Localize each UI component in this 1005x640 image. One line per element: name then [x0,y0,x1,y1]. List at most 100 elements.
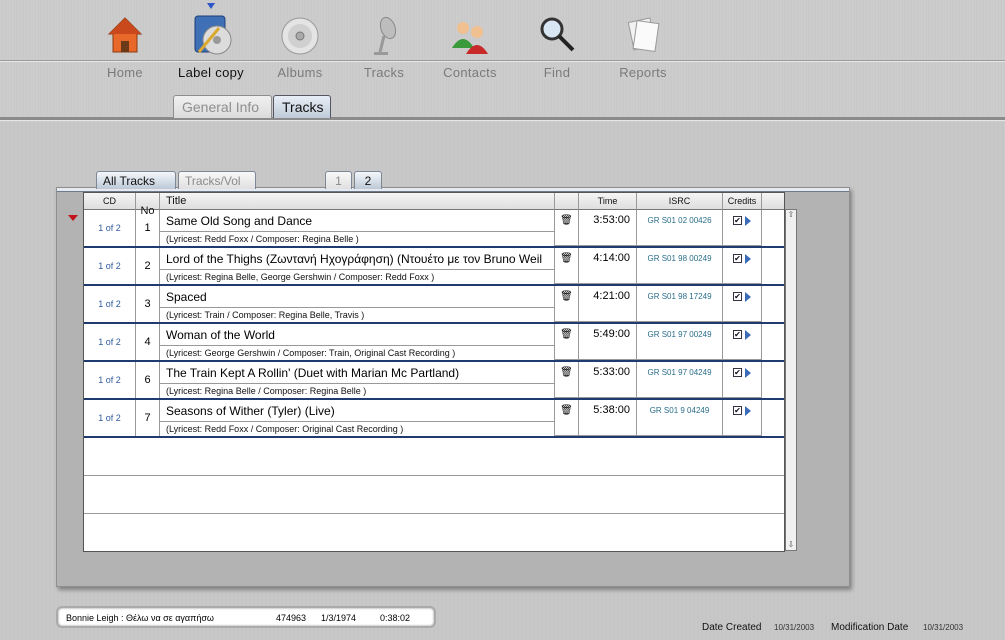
nav-home-label: Home [107,65,143,80]
empty-row[interactable] [84,514,784,552]
nav-contacts[interactable]: Contacts [425,14,515,80]
nav-tracks[interactable]: Tracks [339,14,429,80]
table-row[interactable]: 1 of 2 3 Spaced (Lyricest: Train / Compo… [84,286,784,324]
delete-icon[interactable]: 🗑 [555,400,579,436]
tab-all-tracks[interactable]: All Tracks [96,171,176,189]
track-isrc[interactable]: GR S01 97 00249 [637,324,723,360]
table-row[interactable]: 1 of 2 6 The Train Kept A Rollin' (Duet … [84,362,784,400]
status-date: 1/3/1974 [321,613,357,623]
tab-tracks[interactable]: Tracks [273,95,331,118]
col-header-no[interactable]: No [136,193,160,217]
play-arrow-icon[interactable] [745,215,751,226]
col-header-time[interactable]: Time [579,193,637,210]
current-row-marker [68,215,78,221]
table-scrollbar[interactable]: ⇧ ⇩ [785,209,797,551]
play-arrow-icon[interactable] [745,329,751,340]
play-arrow-icon[interactable] [745,405,751,416]
tab-general-info[interactable]: General Info [173,95,272,118]
track-credits: (Lyricest: Redd Foxx / Composer: Origina… [166,424,404,434]
credits-checkbox[interactable]: ✔ [733,330,742,340]
table-row[interactable]: 1 of 2 7 Seasons of Wither (Tyler) (Live… [84,400,784,438]
credits-cell: ✔ [723,210,762,246]
track-time[interactable]: 5:38:00 [579,400,637,436]
track-number: 1 [136,210,160,246]
status-code: 474963 [276,613,307,623]
date-created-value: 10/31/2003 [774,623,815,632]
modification-date-value: 10/31/2003 [923,623,964,632]
col-header-credits[interactable]: Credits [723,193,762,210]
credits-cell: ✔ [723,400,762,436]
track-isrc[interactable]: GR S01 97 04249 [637,362,723,398]
play-arrow-icon[interactable] [745,367,751,378]
nav-reports[interactable]: Reports [598,14,688,80]
table-row[interactable]: 1 of 2 2 Lord of the Thighs (Ζωντανή Ηχο… [84,248,784,286]
delete-icon[interactable]: 🗑 [555,324,579,360]
nav-find-label: Find [543,65,571,80]
contacts-icon [448,14,492,58]
track-time[interactable]: 4:21:00 [579,286,637,322]
nav-albums[interactable]: Albums [255,14,345,80]
credits-checkbox[interactable]: ✔ [733,406,742,416]
magnifier-icon [535,14,579,58]
delete-icon[interactable]: 🗑 [555,210,579,246]
table-row[interactable]: 1 of 2 4 Woman of the World (Lyricest: G… [84,324,784,362]
nav-find[interactable]: Find [512,14,602,80]
credits-checkbox[interactable]: ✔ [733,292,742,302]
cd-number[interactable]: 1 of 2 [84,362,136,398]
nav-reports-label: Reports [619,65,667,80]
delete-icon[interactable]: 🗑 [555,248,579,284]
tracks-table: CD No Title Time ISRC Credits 1 of 2 1 S… [83,192,785,552]
cd-number[interactable]: 1 of 2 [84,210,136,246]
track-isrc[interactable]: GR S01 02 00426 [637,210,723,246]
track-number: 3 [136,286,160,322]
cd-number[interactable]: 1 of 2 [84,286,136,322]
track-time[interactable]: 5:33:00 [579,362,637,398]
nav-home[interactable]: Home [80,14,170,80]
table-row[interactable]: 1 of 2 1 Same Old Song and Dance (Lyrice… [84,210,784,248]
nav-contacts-label: Contacts [443,65,497,80]
track-credits: (Lyricest: Train / Composer: Regina Bell… [166,310,365,320]
track-title[interactable]: The Train Kept A Rollin' (Duet with Mari… [166,366,556,380]
label-copy-icon [189,14,233,58]
track-isrc[interactable]: GR S01 98 00249 [637,248,723,284]
empty-row[interactable] [84,476,784,514]
scroll-up-icon[interactable]: ⇧ [786,210,796,220]
track-time[interactable]: 4:14:00 [579,248,637,284]
cd-number[interactable]: 1 of 2 [84,248,136,284]
track-credits: (Lyricest: Regina Belle / Composer: Regi… [166,386,367,396]
track-title[interactable]: Woman of the World [166,328,556,342]
nav-label-copy[interactable]: Label copy [166,14,256,80]
microphone-icon [362,14,406,58]
credits-checkbox[interactable]: ✔ [733,216,742,226]
track-number: 4 [136,324,160,360]
credits-checkbox[interactable]: ✔ [733,368,742,378]
track-time[interactable]: 3:53:00 [579,210,637,246]
track-credits: (Lyricest: Regina Belle, George Gershwin… [166,272,435,282]
status-track-name: Bonnie Leigh : Θέλω να σε αγαπήσω [66,613,214,623]
tab-volume-1[interactable]: 1 [325,171,352,189]
track-title[interactable]: Same Old Song and Dance [166,214,556,228]
cd-number[interactable]: 1 of 2 [84,324,136,360]
track-isrc[interactable]: GR S01 98 17249 [637,286,723,322]
cd-icon [278,14,322,58]
tab-tracks-per-vol[interactable]: Tracks/Vol [178,171,256,189]
active-section-marker [207,3,215,9]
delete-icon[interactable]: 🗑 [555,286,579,322]
play-arrow-icon[interactable] [745,253,751,264]
scroll-down-icon[interactable]: ⇩ [786,540,796,550]
cd-number[interactable]: 1 of 2 [84,400,136,436]
tab-volume-2[interactable]: 2 [354,171,382,189]
track-title[interactable]: Seasons of Wither (Tyler) (Live) [166,404,556,418]
nav-label-copy-label: Label copy [178,65,244,80]
empty-row[interactable] [84,438,784,476]
col-header-cd[interactable]: CD [84,193,136,210]
credits-checkbox[interactable]: ✔ [733,254,742,264]
play-arrow-icon[interactable] [745,291,751,302]
delete-icon[interactable]: 🗑 [555,362,579,398]
track-title[interactable]: Spaced [166,290,556,304]
track-time[interactable]: 5:49:00 [579,324,637,360]
col-header-isrc[interactable]: ISRC [637,193,723,210]
col-header-title[interactable]: Title [160,193,555,210]
track-title[interactable]: Lord of the Thighs (Ζωντανή Ηχογράφηση) … [166,252,556,266]
track-isrc[interactable]: GR S01 9 04249 [637,400,723,436]
